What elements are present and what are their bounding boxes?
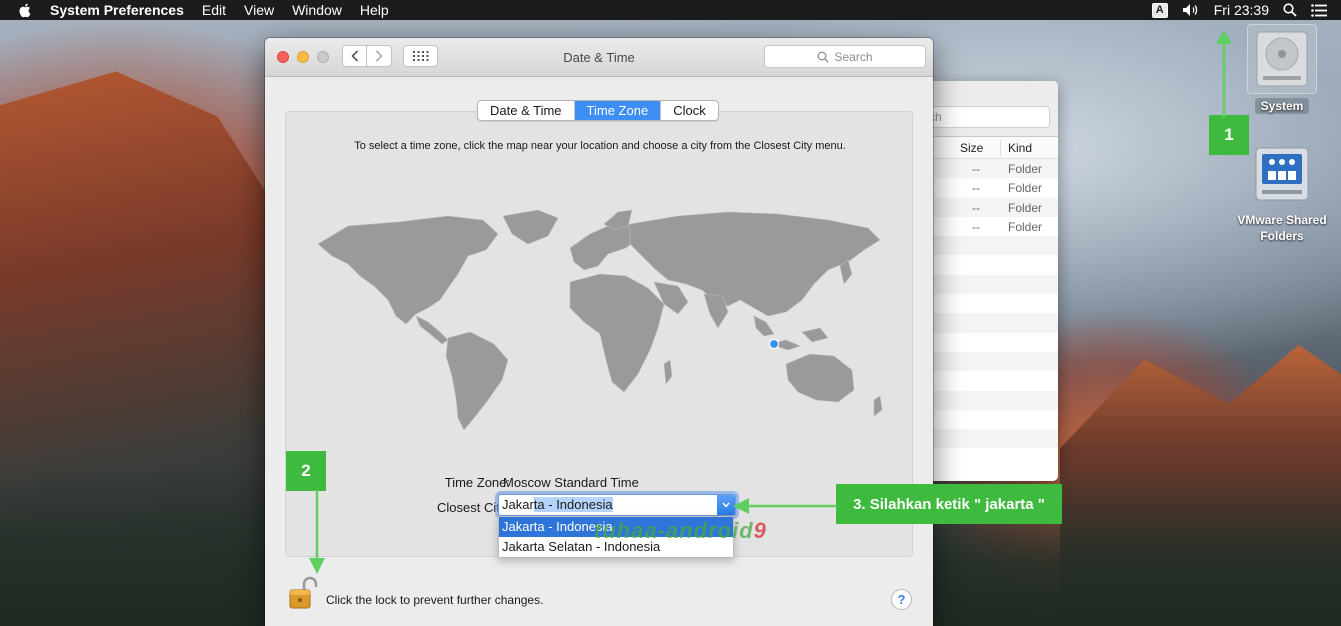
closest-city-combobox[interactable]: Jakarta - Indonesia xyxy=(498,494,736,516)
row-size: -- xyxy=(972,162,980,176)
finder-column-headers: Size Kind xyxy=(928,137,1058,159)
lock-message: Click the lock to prevent further change… xyxy=(326,593,544,607)
table-row xyxy=(928,274,1058,295)
watermark-logo: tuhaa-android9 xyxy=(594,518,767,544)
annotation-arrow-down-icon xyxy=(309,490,325,574)
table-row xyxy=(928,429,1058,449)
table-row xyxy=(928,236,1058,256)
tab-date-time[interactable]: Date & Time xyxy=(478,101,575,120)
annotation-arrow-up-icon xyxy=(1216,30,1232,118)
menu-app-name[interactable]: System Preferences xyxy=(50,0,193,20)
annotation-badge-3: 3. Silahkan ketik " jakarta " xyxy=(836,484,1062,524)
typed-text: Jakar xyxy=(502,497,534,512)
desktop-icon-vmware-shared-folders[interactable]: VMware Shared Folders xyxy=(1228,142,1336,244)
menu-window[interactable]: Window xyxy=(283,0,351,20)
finder-toolbar: ch xyxy=(928,81,1058,137)
row-kind: Folder xyxy=(1008,162,1043,176)
menu-edit[interactable]: Edit xyxy=(193,0,235,20)
table-row xyxy=(928,351,1058,372)
map-location-pin xyxy=(768,338,780,350)
closest-city-label: Closest City: xyxy=(437,500,510,515)
row-size: -- xyxy=(972,181,980,196)
table-row xyxy=(928,390,1058,410)
watermark-part: android xyxy=(666,518,754,543)
table-row xyxy=(928,333,1058,352)
desktop-icon-label: Folders xyxy=(1260,229,1304,243)
closest-city-input[interactable]: Jakarta - Indonesia xyxy=(502,497,613,512)
instructions-text: To select a time zone, click the map nea… xyxy=(354,140,846,152)
column-header-kind[interactable]: Kind xyxy=(1008,141,1032,155)
watermark-part: tuhaa- xyxy=(594,518,666,543)
search-input[interactable]: Search xyxy=(764,45,926,68)
column-header-size[interactable]: Size xyxy=(960,141,983,155)
annotation-badge-1: 1 xyxy=(1209,115,1249,155)
window-titlebar[interactable]: Date & Time Search xyxy=(265,38,933,77)
menu-extras: A Fri 23:39 xyxy=(1151,0,1341,20)
row-kind: Folder xyxy=(1008,200,1043,215)
row-kind: Folder xyxy=(1008,181,1043,196)
table-row[interactable]: -- Folder xyxy=(928,159,1058,179)
menu-help[interactable]: Help xyxy=(351,0,398,20)
finder-search-field[interactable]: ch xyxy=(928,106,1050,128)
apple-icon[interactable] xyxy=(17,2,33,18)
table-row xyxy=(928,255,1058,274)
row-size: -- xyxy=(972,219,980,234)
tab-time-zone[interactable]: Time Zone xyxy=(574,101,662,120)
time-zone-label: Time Zone: xyxy=(444,475,510,490)
menu-bar: System Preferences Edit View Window Help… xyxy=(0,0,1341,20)
hard-drive-icon xyxy=(1247,24,1317,94)
table-row xyxy=(928,313,1058,333)
finder-rows: -- Folder -- Folder -- Folder -- Folder xyxy=(928,159,1058,468)
search-icon xyxy=(818,51,829,62)
table-row[interactable]: -- Folder xyxy=(928,197,1058,217)
table-row xyxy=(928,410,1058,429)
tab-bar: Date & Time Time Zone Clock xyxy=(477,100,719,121)
table-row[interactable]: -- Folder xyxy=(928,217,1058,236)
table-row xyxy=(928,371,1058,390)
desktop-icon-system[interactable]: System xyxy=(1246,24,1318,114)
table-row xyxy=(928,294,1058,313)
time-zone-value: Moscow Standard Time xyxy=(503,475,639,490)
help-button[interactable]: ? xyxy=(891,589,912,610)
notification-center-icon[interactable] xyxy=(1311,3,1327,17)
desktop-icon-label: System xyxy=(1254,98,1310,114)
annotation-badge-2: 2 xyxy=(286,451,326,491)
table-row xyxy=(928,448,1058,467)
time-zone-panel: To select a time zone, click the map nea… xyxy=(285,111,913,557)
column-divider xyxy=(1000,140,1001,156)
lock-icon[interactable] xyxy=(286,576,318,610)
desktop-icon-label: VMware Shared xyxy=(1237,213,1327,227)
volume-icon[interactable] xyxy=(1182,3,1200,17)
finder-window[interactable]: ch Size Kind -- Folder -- Folder -- Fold… xyxy=(928,81,1058,481)
input-source-icon[interactable]: A xyxy=(1151,2,1168,18)
menu-view[interactable]: View xyxy=(235,0,283,20)
table-row[interactable]: -- Folder xyxy=(928,178,1058,197)
spotlight-icon[interactable] xyxy=(1283,3,1297,17)
search-placeholder: Search xyxy=(834,49,873,64)
menu-clock[interactable]: Fri 23:39 xyxy=(1214,2,1269,18)
row-kind: Folder xyxy=(1008,219,1043,234)
tab-clock[interactable]: Clock xyxy=(661,101,718,120)
annotation-arrow-left-icon xyxy=(733,498,837,514)
shared-folder-icon xyxy=(1252,142,1312,206)
row-size: -- xyxy=(972,200,980,215)
autocomplete-selection: ta - Indonesia xyxy=(533,497,613,512)
chevron-down-icon xyxy=(722,502,730,508)
watermark-part: 9 xyxy=(753,518,767,543)
world-map[interactable] xyxy=(308,204,890,436)
